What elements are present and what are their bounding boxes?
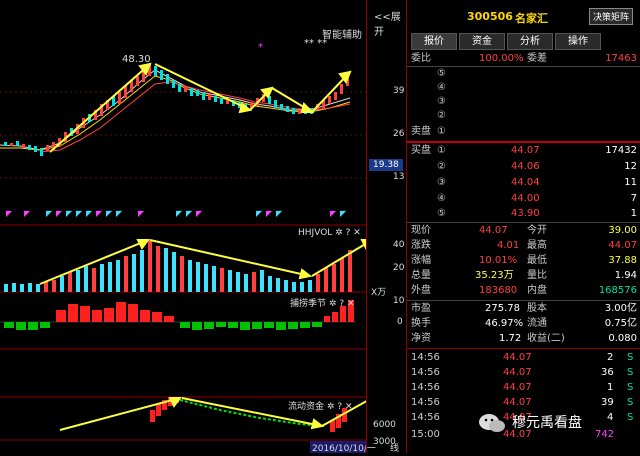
svg-text:◤: ◤ <box>96 209 103 218</box>
buy-level-4: ④ 44.00 7 <box>437 193 637 204</box>
stat-row: 涨幅 10.01% 最低 37.88 <box>411 255 637 266</box>
quote-panel: 300506 名家汇 决策矩阵 报价 资金 分析 操作 委比 100.00% 委… <box>406 0 640 453</box>
weibi-row: 委比 100.00% 委差 17463 <box>407 52 640 66</box>
tab-operation[interactable]: 操作 <box>555 33 601 50</box>
svg-text:◤: ◤ <box>6 209 13 218</box>
sell-level-1: 卖盘 ① <box>411 126 446 137</box>
indicator-name: 捕捞季节 <box>290 299 327 309</box>
weicha-label: 委差 <box>527 53 547 64</box>
trend-arrows-main <box>49 62 352 153</box>
kline-chart-area[interactable]: ◤ ◤ ◤ ◤ ◤ ◤ ◤ ◤ ◤ ◤ ◤ ◤ ◤ ◤ ◤ ◤ ◤ ◤ ◤ * <box>0 0 406 454</box>
unit-label: X万 <box>371 288 387 298</box>
gear-icon[interactable]: ✲ <box>327 402 335 412</box>
buy-level-3: ③ 44.04 11 <box>437 177 637 188</box>
wechat-logo-icon <box>478 412 506 440</box>
tick-row: 14:56 44.07 1 S <box>411 382 634 393</box>
axis-tick: 13 <box>393 172 405 182</box>
axis-tick: 20 <box>393 263 405 273</box>
svg-text:◤: ◤ <box>186 209 193 218</box>
indicator-name: HHJVOL <box>298 228 333 238</box>
close-icon[interactable]: ✕ <box>345 402 353 412</box>
smart-assist-label[interactable]: 智能辅助 <box>322 26 362 41</box>
stock-code: 300506 <box>467 10 513 23</box>
current-price-tag: 19.38 <box>369 159 403 171</box>
svg-text:◤: ◤ <box>276 209 283 218</box>
svg-text:◤: ◤ <box>24 209 31 218</box>
close-icon[interactable]: ✕ <box>353 228 361 238</box>
decision-matrix-button[interactable]: 决策矩阵 <box>589 8 634 25</box>
svg-text:◤: ◤ <box>46 209 53 218</box>
sell-level-2: ② <box>437 110 446 121</box>
axis-tick: 39 <box>393 86 405 96</box>
gear-icon[interactable]: ✲ <box>329 299 337 309</box>
star-markers: ** ** <box>304 38 328 49</box>
svg-text:◤: ◤ <box>106 209 113 218</box>
fundamental-row: 市盈 275.78 股本 3.00亿 <box>411 303 637 314</box>
volume-bars <box>4 240 352 292</box>
indicator-title-vol: HHJVOL ✲ ? ✕ <box>298 228 361 238</box>
indicator-title-liquidity: 流动资金 ✲ ? ✕ <box>288 399 353 412</box>
sell-level-5: ⑤ <box>437 68 446 79</box>
gear-icon[interactable]: ✲ <box>335 228 343 238</box>
stat-row: 外盘 183680 内盘 168576 <box>411 285 637 296</box>
tab-analysis[interactable]: 分析 <box>507 33 553 50</box>
axis-tick: 10 <box>393 296 405 306</box>
buy-level-5: ⑤ 43.90 1 <box>437 208 637 219</box>
peak-price-label: 48.30 <box>122 54 151 65</box>
indicator-title-season: 捕捞季节 ✲ ? ✕ <box>290 296 355 309</box>
svg-text:◤: ◤ <box>116 209 123 218</box>
weibi-label: 委比 <box>411 53 431 64</box>
tick-row: 14:56 44.07 39 S <box>411 397 634 408</box>
axis-tick: 3000 <box>373 437 396 447</box>
weibi-value: 100.00% <box>479 53 524 64</box>
tick-row: 14:56 44.07 2 S <box>411 352 634 363</box>
svg-text:◤: ◤ <box>66 209 73 218</box>
svg-text:*: * <box>258 42 263 53</box>
sell-level-4: ④ <box>437 82 446 93</box>
svg-text:◤: ◤ <box>56 209 63 218</box>
svg-text:◤: ◤ <box>330 209 337 218</box>
axis-tick: 26 <box>393 129 405 139</box>
tick-row: 14:56 44.07 36 S <box>411 367 634 378</box>
buy-level-1: 买盘 ① 44.07 17432 <box>411 145 637 156</box>
stat-row: 现价 44.07 今开 39.00 <box>411 225 637 236</box>
signal-markers: ◤ ◤ ◤ ◤ ◤ ◤ ◤ ◤ ◤ ◤ ◤ ◤ ◤ ◤ ◤ ◤ ◤ ◤ ◤ * <box>6 42 347 218</box>
kline-svg: ◤ ◤ ◤ ◤ ◤ ◤ ◤ ◤ ◤ ◤ ◤ ◤ ◤ ◤ ◤ ◤ ◤ ◤ ◤ * <box>0 42 392 453</box>
help-icon[interactable]: ? <box>339 299 344 309</box>
sell-level-3: ③ <box>437 96 446 107</box>
axis-tick: 40 <box>393 240 405 250</box>
buy-level-2: ② 44.06 12 <box>437 161 637 172</box>
axis-tick: 0 <box>397 317 403 327</box>
price-axis: 39 26 13 19.38 40 20 X万 10 0 6000 3000 X… <box>366 0 407 453</box>
help-icon[interactable]: ? <box>337 402 342 412</box>
indicator-name: 流动资金 <box>288 402 325 412</box>
weicha-value: 17463 <box>605 53 637 64</box>
stock-name: 名家汇 <box>515 12 548 25</box>
help-icon[interactable]: ? <box>346 228 351 238</box>
svg-text:◤: ◤ <box>196 209 203 218</box>
svg-text:◤: ◤ <box>86 209 93 218</box>
stat-row: 涨跌 4.01 最高 44.07 <box>411 240 637 251</box>
watermark-text: 穆元禹看盘 <box>512 415 582 431</box>
svg-text:◤: ◤ <box>266 209 273 218</box>
fundamental-row: 换手 46.97% 流通 0.75亿 <box>411 318 637 329</box>
svg-text:◤: ◤ <box>256 209 263 218</box>
tab-funds[interactable]: 资金 <box>459 33 505 50</box>
svg-text:◤: ◤ <box>76 209 83 218</box>
tab-quote[interactable]: 报价 <box>411 33 457 50</box>
svg-text:◤: ◤ <box>176 209 183 218</box>
svg-text:◤: ◤ <box>138 209 145 218</box>
axis-tick: 6000 <box>373 420 396 430</box>
svg-text:◤: ◤ <box>340 209 347 218</box>
stat-row: 总量 35.23万 量比 1.94 <box>411 270 637 281</box>
fundamental-row: 净资 1.72 收益(二) 0.080 <box>411 333 637 344</box>
close-icon[interactable]: ✕ <box>347 299 355 309</box>
